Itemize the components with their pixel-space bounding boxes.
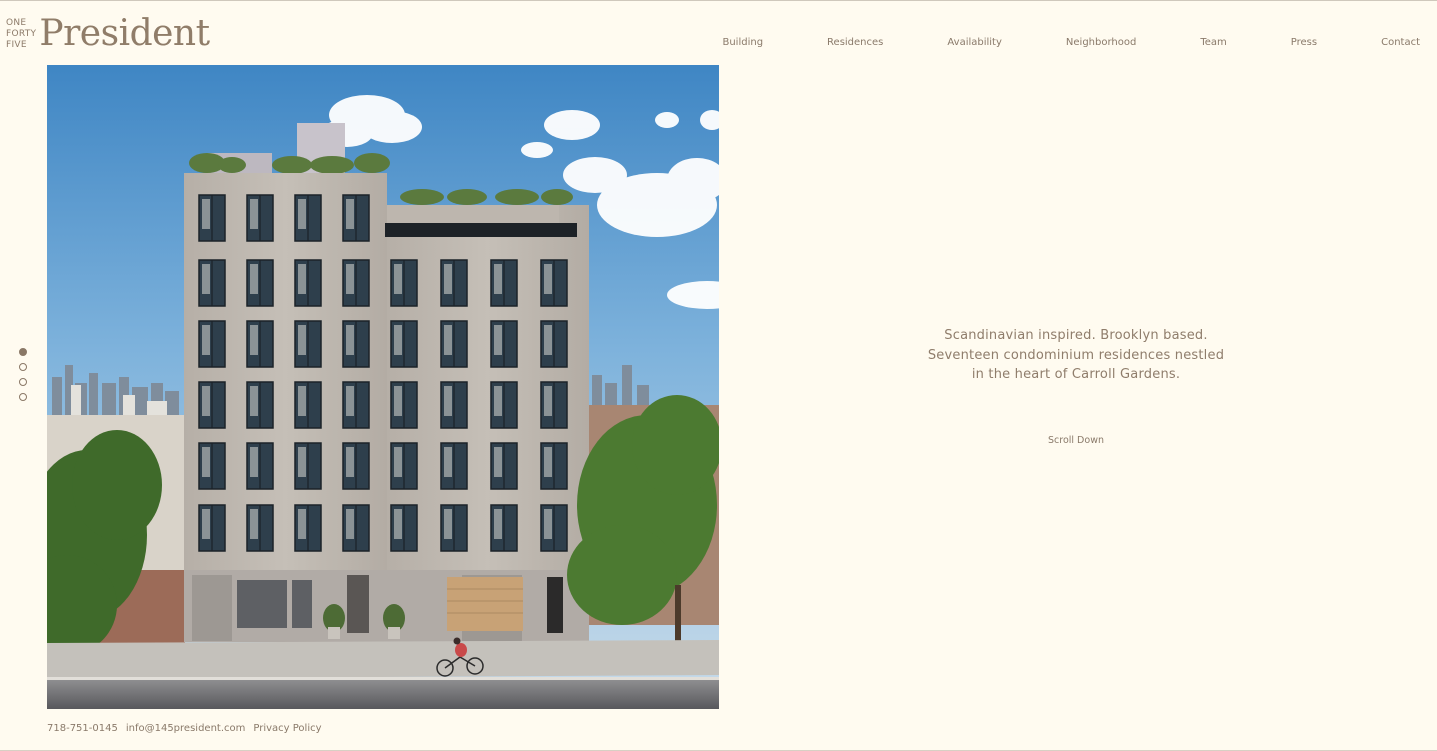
nav-contact[interactable]: Contact [1381,37,1420,48]
logo-line-five: FIVE [6,39,27,50]
logo-line-one: ONE [6,17,27,28]
scroll-down-link[interactable]: Scroll Down [1000,435,1152,446]
tagline-line-2: Seventeen condominium residences nestled [927,347,1225,363]
logo-line-forty: FORTY [6,28,37,39]
slide-pagination [19,348,27,401]
nav-residences[interactable]: Residences [827,37,883,48]
footer-email-link[interactable]: info@145president.com [126,723,246,734]
logo-wordmark-small: ONE FORTY FIVE [6,18,36,51]
tagline-line-3: in the heart of Carroll Gardens. [971,367,1181,382]
main-nav: Building Residences Availability Neighbo… [722,37,1420,48]
footer-phone-link[interactable]: 718-751-0145 [47,723,118,734]
tagline-line-1: Scandinavian inspired. Brooklyn based. [944,328,1208,343]
hero-image [47,65,719,709]
nav-neighborhood[interactable]: Neighborhood [1066,37,1136,48]
footer-privacy-link[interactable]: Privacy Policy [253,723,321,734]
logo-wordmark-president: President [39,13,210,54]
site-logo[interactable]: ONE FORTY FIVE President [6,13,210,54]
nav-team[interactable]: Team [1200,37,1226,48]
footer: 718-751-0145 info@145president.com Priva… [47,723,322,734]
slide-dot-3[interactable] [19,378,27,386]
hero-tagline: Scandinavian inspired. Brooklyn based. S… [900,326,1252,385]
nav-availability[interactable]: Availability [947,37,1002,48]
slide-dot-4[interactable] [19,393,27,401]
slide-dot-1[interactable] [19,348,27,356]
nav-press[interactable]: Press [1291,37,1317,48]
slide-dot-2[interactable] [19,363,27,371]
nav-building[interactable]: Building [722,37,763,48]
